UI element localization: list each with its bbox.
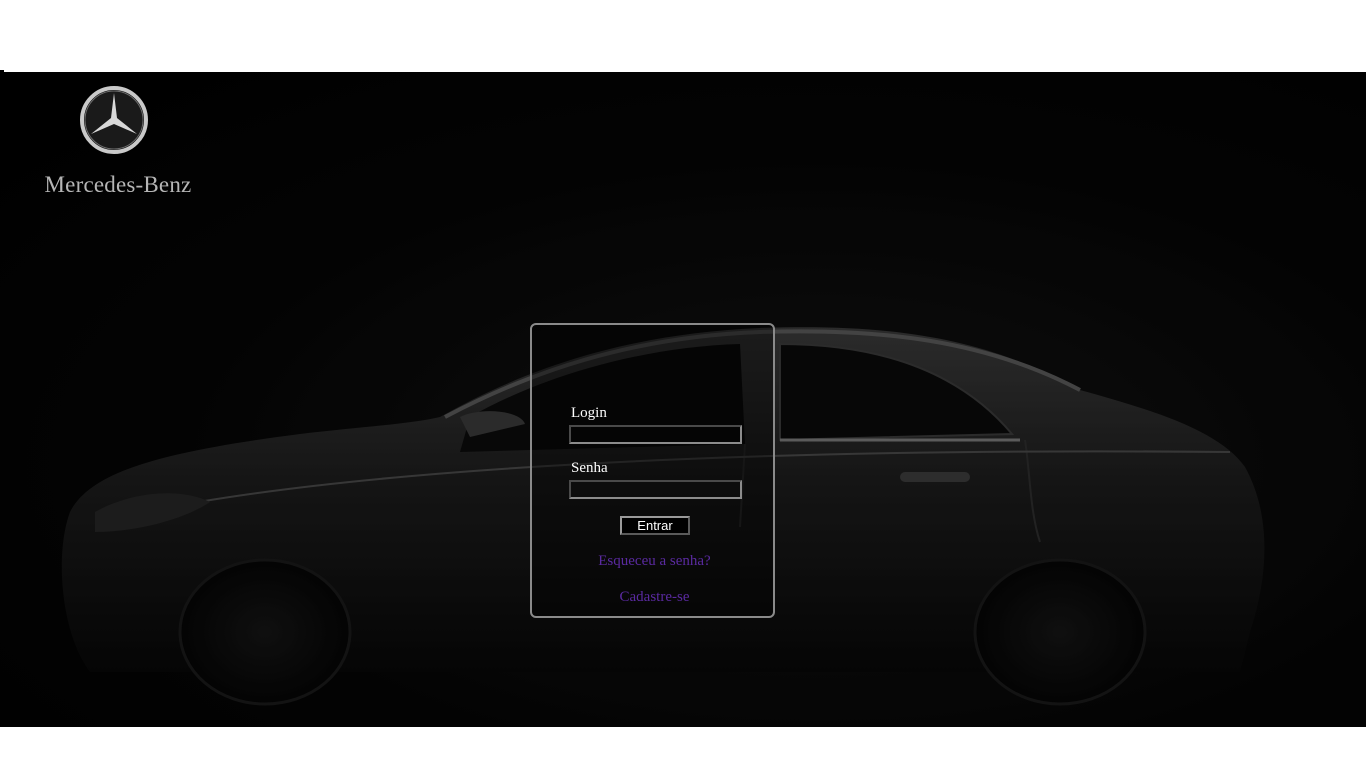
brand-name: Mercedes-Benz: [44, 172, 192, 197]
mercedes-star-logo-icon: [80, 86, 148, 154]
password-label: Senha: [571, 460, 608, 476]
forgot-password-link[interactable]: Esqueceu a senha?: [532, 553, 777, 570]
login-input[interactable]: [569, 425, 742, 444]
hero-background: Mercedes-Benz Login Senha Entrar Esquece…: [0, 72, 1366, 727]
register-link[interactable]: Cadastre-se: [532, 589, 777, 606]
enter-button[interactable]: Entrar: [620, 516, 690, 535]
login-form: Login Senha Entrar Esqueceu a senha? Cad…: [530, 323, 775, 618]
login-label: Login: [571, 405, 607, 421]
page: Mercedes-Benz Login Senha Entrar Esquece…: [0, 0, 1366, 768]
password-input[interactable]: [569, 480, 742, 499]
brand-block: Mercedes-Benz: [30, 84, 210, 198]
